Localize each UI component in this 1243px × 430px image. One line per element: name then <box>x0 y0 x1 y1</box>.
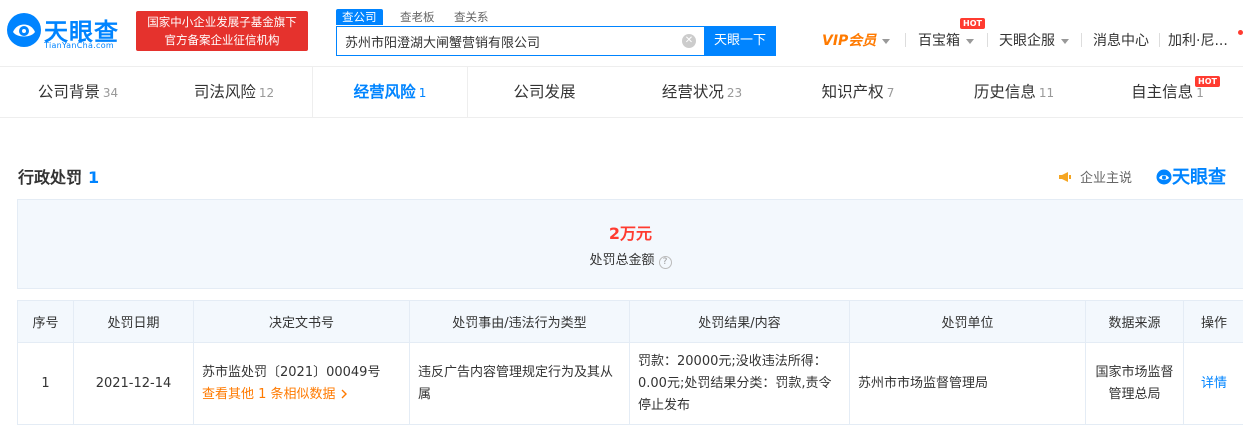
penalty-summary: 2万元 处罚总金额? <box>17 199 1243 289</box>
col-header: 处罚结果/内容 <box>629 300 850 343</box>
total-amount-label-text: 处罚总金额 <box>589 253 655 268</box>
tab-label: 知识产权 <box>821 83 884 101</box>
chevron-down-icon <box>882 38 891 44</box>
search-button[interactable]: 天眼一下 <box>704 26 776 56</box>
nav-divider <box>1081 33 1082 47</box>
nav-divider <box>905 33 906 47</box>
banner-line-2: 官方备案企业征信机构 <box>164 33 280 47</box>
section-tabs: 公司背景 34 司法风险 12 经营风险 1 公司发展 经营状况 23 知识产权 7 历史… <box>0 67 1243 118</box>
tab-label: 公司发展 <box>513 83 576 101</box>
official-banner: 国家中小企业发展子基金旗下 官方备案企业征信机构 <box>136 11 308 51</box>
table-row: 1 2021-12-14 苏市监处罚〔2021〕00049号 查看其他 1 条相… <box>17 342 1243 425</box>
col-header: 操作 <box>1183 300 1243 343</box>
cell-authority: 苏州市市场监督管理局 <box>849 342 1086 425</box>
logo-domain: TianYanCha.com <box>44 41 114 50</box>
tab-count: 11 <box>1038 86 1055 100</box>
brand-mini-text: 天眼查 <box>1172 167 1226 188</box>
notification-dot <box>1238 30 1243 35</box>
toolbox-menu[interactable]: 百宝箱 <box>918 30 974 52</box>
cell-date: 2021-12-14 <box>73 342 194 425</box>
total-amount-label: 处罚总金额? <box>18 249 1243 269</box>
total-amount: 2万元 <box>608 224 653 243</box>
cell-reason: 违反广告内容管理规定行为及其从属 <box>409 342 630 425</box>
logo-icon <box>1156 169 1172 185</box>
search-tab-relation[interactable]: 查关系 <box>454 9 489 25</box>
chevron-down-icon <box>1061 38 1069 44</box>
tab-label: 公司背景 <box>37 83 100 101</box>
tab-count: 1 <box>418 86 427 100</box>
banner-line-1: 国家中小企业发展子基金旗下 <box>147 15 297 29</box>
tab-label: 经营风险 <box>353 83 416 101</box>
tab-self-info[interactable]: 自主信息 1 <box>1092 67 1243 117</box>
section-title-text: 行政处罚 <box>18 168 83 187</box>
top-header: 天眼查 TianYanCha.com 国家中小企业发展子基金旗下 官方备案企业征… <box>0 0 1243 66</box>
vip-label: VIP会员 <box>822 33 877 49</box>
logo-icon <box>7 13 41 47</box>
cell-index: 1 <box>17 342 74 425</box>
tab-company-background[interactable]: 公司背景 34 <box>0 67 156 117</box>
col-header: 处罚单位 <box>849 300 1086 343</box>
cell-result: 罚款：20000元;没收违法所得：0.00元;处罚结果分类：罚款,责令停止发布 <box>629 342 850 425</box>
cell-action: 详情 <box>1183 342 1243 425</box>
tab-count: 7 <box>886 86 895 100</box>
logo[interactable]: 天眼查 TianYanCha.com <box>6 10 130 54</box>
tab-label: 历史信息 <box>973 83 1036 101</box>
megaphone-icon <box>1059 172 1071 182</box>
tab-count: 12 <box>258 86 275 100</box>
brand-watermark: 天眼查 <box>1156 163 1226 189</box>
tab-operating-risk[interactable]: 经营风险 1 <box>312 67 468 117</box>
owner-says-label: 企业主说 <box>1080 171 1133 186</box>
hot-badge: HOT <box>960 18 985 29</box>
nav-divider <box>1159 33 1160 47</box>
col-header: 序号 <box>17 300 74 343</box>
search-tab-boss[interactable]: 查老板 <box>400 9 435 25</box>
tab-count: 34 <box>102 86 119 100</box>
similar-data-label: 查看其他 1 条相似数据 <box>202 386 336 402</box>
section-count: 1 <box>88 168 100 187</box>
hot-badge: HOT <box>1195 76 1220 87</box>
enterprise-service-label: 天眼企服 <box>999 33 1055 49</box>
penalty-table: 序号 处罚日期 决定文书号 处罚事由/违法行为类型 处罚结果/内容 处罚单位 数… <box>17 300 1243 425</box>
tab-label: 经营状况 <box>661 83 724 101</box>
tab-label: 自主信息 <box>1131 83 1194 101</box>
col-header: 决定文书号 <box>193 300 410 343</box>
tab-company-development[interactable]: 公司发展 <box>468 67 624 117</box>
tab-count: 23 <box>726 86 743 100</box>
tab-label: 司法风险 <box>193 83 256 101</box>
col-header: 处罚日期 <box>73 300 194 343</box>
vip-link[interactable]: VIP会员 <box>822 30 891 52</box>
detail-link[interactable]: 详情 <box>1201 376 1227 391</box>
col-header: 数据来源 <box>1085 300 1184 343</box>
tab-history[interactable]: 历史信息 11 <box>936 67 1092 117</box>
search-input[interactable] <box>337 27 667 55</box>
tab-operating-status[interactable]: 经营状况 23 <box>624 67 780 117</box>
search-tab-company[interactable]: 查公司 <box>336 9 383 25</box>
enterprise-service-menu[interactable]: 天眼企服 <box>999 30 1069 52</box>
message-center-link[interactable]: 消息中心 <box>1093 30 1149 52</box>
chevron-right-icon <box>341 389 347 398</box>
help-icon[interactable]: ? <box>658 256 672 269</box>
user-menu[interactable]: 加利·尼... <box>1168 30 1238 52</box>
chevron-down-icon <box>966 38 974 44</box>
clear-icon[interactable]: ✕ <box>682 34 696 48</box>
section-title: 行政处罚 1 <box>18 164 99 188</box>
col-header: 处罚事由/违法行为类型 <box>409 300 630 343</box>
tab-intellectual-property[interactable]: 知识产权 7 <box>780 67 936 117</box>
search-box: ✕ <box>336 26 704 56</box>
similar-data-link[interactable]: 查看其他 1 条相似数据 <box>202 384 401 406</box>
owner-says-link[interactable]: 企业主说 <box>1058 167 1132 186</box>
toolbox-label: 百宝箱 <box>918 33 960 49</box>
cell-doc-no: 苏市监处罚〔2021〕00049号 查看其他 1 条相似数据 <box>193 342 410 425</box>
doc-number: 苏市监处罚〔2021〕00049号 <box>202 364 381 380</box>
table-header-row: 序号 处罚日期 决定文书号 处罚事由/违法行为类型 处罚结果/内容 处罚单位 数… <box>17 300 1243 343</box>
tab-judicial-risk[interactable]: 司法风险 12 <box>156 67 312 117</box>
tab-count: 1 <box>1196 86 1204 100</box>
nav-divider <box>987 33 988 47</box>
cell-source: 国家市场监督管理总局 <box>1085 342 1184 425</box>
